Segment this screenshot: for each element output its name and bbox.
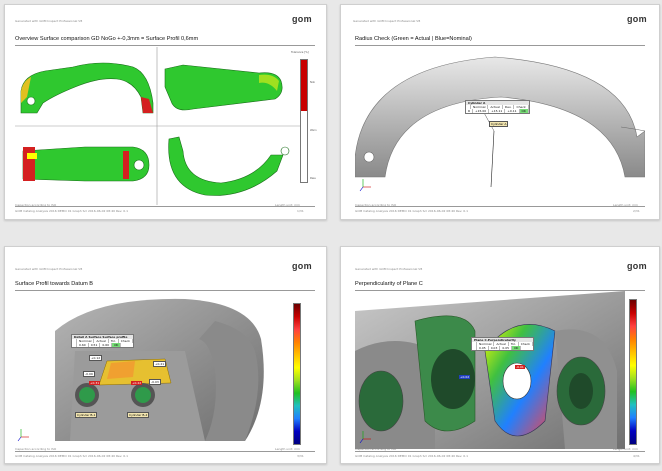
cell: +15.00 (473, 109, 490, 113)
deviation-tag[interactable]: -0.09 (83, 371, 95, 377)
footer-right: Length unit: mm (275, 447, 300, 451)
report-page-3[interactable]: Generated with GOM Inspect Professional … (4, 246, 327, 464)
cylinder-a-label[interactable]: Cylinder A (489, 121, 509, 127)
header-text: Generated with GOM Inspect Professional … (15, 19, 83, 23)
header-text: Generated with GOM Inspect Professional … (355, 267, 423, 271)
surface-comparison-views[interactable] (15, 47, 300, 205)
gom-logo: gom (292, 261, 312, 271)
cell: +15.11 (489, 109, 506, 113)
gom-logo: gom (627, 261, 647, 271)
header-text: Generated with GOM Inspect Professional … (353, 19, 421, 23)
cylinder-b1-label[interactable]: Cylinder B-1 (75, 412, 98, 418)
deviation-tag[interactable]: -0.03 (149, 379, 161, 385)
axis-triad (359, 179, 371, 192)
header-text: Generated with GOM Inspect Professional … (15, 267, 83, 271)
table-row: 0.05 0.03 0.05 OK (472, 346, 533, 350)
page-title: Perpendicularity of Plane C (355, 281, 423, 287)
legend-label-pass: Pass (310, 177, 316, 180)
surface-profile-view[interactable] (15, 291, 295, 449)
cylinder-b2-label[interactable]: Cylinder B-2 (127, 412, 150, 418)
deviation-tag[interactable]: +0.31 (89, 381, 101, 385)
legend-title: Tolerance [%] (291, 51, 309, 54)
footer-right: Length unit: mm (613, 447, 638, 451)
report-page-1[interactable]: Generated with GOM Inspect Professional … (4, 4, 327, 220)
footer-right: Length unit: mm (275, 203, 300, 207)
footer-divider (355, 206, 645, 207)
deviation-tag[interactable]: +0.02 (459, 375, 471, 379)
cell: R (466, 109, 474, 113)
footer-text: Inspection according to ISO (355, 203, 397, 207)
footer-sub: GOM Catalog Analysis 2016 DEMO 01 Graph … (15, 454, 128, 458)
surface-profile-table: Detail A Surface Surface profile Nominal… (71, 334, 135, 348)
deviation-tag[interactable]: -0.01 (515, 365, 525, 369)
cell: 0.60 (100, 343, 113, 347)
deviation-tag[interactable]: +0.22 (131, 381, 143, 385)
footer-divider (355, 451, 645, 452)
perpendicularity-view[interactable] (355, 291, 625, 449)
deviation-tag[interactable]: +0.21 (153, 361, 167, 367)
footer-text: Inspection according to ISO (15, 447, 57, 451)
report-page-2[interactable]: Generated with GOM Inspect Professional … (340, 4, 660, 220)
cell: 0.03 (489, 346, 501, 350)
cell: +0.11 (505, 109, 520, 113)
page-title: Surface Profil towards Datum B (15, 281, 94, 287)
cell: 0.05 (500, 346, 513, 350)
footer-sub: GOM Catalog Analysis 2016 DEMO 01 Graph … (15, 209, 128, 213)
cell: OK (519, 109, 529, 113)
footer-sub: GOM Catalog Analysis 2016 DEMO 01 Graph … (355, 454, 468, 458)
gom-logo: gom (292, 14, 312, 24)
report-page-4[interactable]: Generated with GOM Inspect Professional … (340, 246, 660, 464)
perpendicularity-table: Plane C.Perpendicularity Nominal Actual … (471, 337, 535, 351)
gom-logo: gom (627, 14, 647, 24)
legend-label-nok: Nok (310, 81, 316, 84)
page-number: 3/31 (297, 454, 304, 458)
footer-right: Length unit: mm (613, 203, 638, 207)
table-row: R +15.00 +15.11 +0.11 OK (466, 109, 529, 113)
cell: OK (112, 343, 122, 347)
cell: 0.51 (89, 343, 101, 347)
footer-text: Inspection according to ISO (355, 447, 397, 451)
footer-divider (15, 206, 315, 207)
footer-sub: GOM Catalog Analysis 2016 DEMO 01 Graph … (355, 209, 468, 213)
cell: 0.05 (477, 346, 489, 350)
legend-label-warn: Warn (310, 129, 317, 132)
page-number: 2/31 (633, 209, 640, 213)
page-number: 4/31 (633, 454, 640, 458)
page-title: Radius Check (Green = Actual | Blue=Nomi… (355, 36, 472, 42)
footer-divider (15, 451, 315, 452)
footer-text: Inspection according to ISO (15, 203, 57, 207)
divider (15, 45, 315, 46)
page-number: 1/31 (297, 209, 304, 213)
page-title: Overview Surface comparison GD NoGo +-0,… (15, 36, 199, 42)
deviation-tag[interactable]: +0.12 (89, 355, 103, 361)
color-legend (293, 303, 301, 445)
axis-triad (17, 429, 29, 442)
table-row: 0.60 0.51 0.60 OK (72, 343, 133, 347)
divider (355, 45, 645, 46)
color-legend (629, 299, 637, 445)
cell: 0.60 (77, 343, 89, 347)
cell: OK (512, 346, 522, 350)
cylinder-a-table: Cylinder A Nominal Actual Dev. Check R +… (465, 100, 530, 114)
tolerance-legend (300, 59, 308, 183)
